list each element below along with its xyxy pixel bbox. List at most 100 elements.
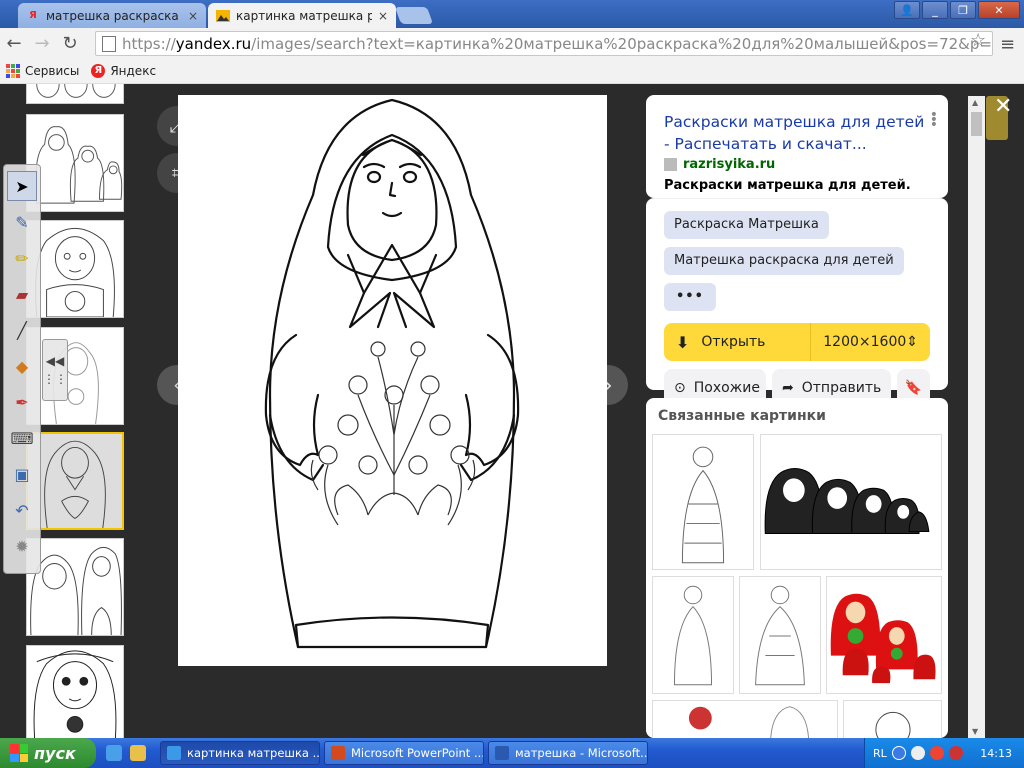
tray-network-icon[interactable] <box>910 746 925 760</box>
keyboard-icon[interactable]: ⌨ <box>7 423 37 453</box>
forward-button[interactable]: → <box>28 29 56 57</box>
bookmarks-bar: Сервисы Я Яндекс <box>0 58 1024 84</box>
panel-scrollbar[interactable]: ▲ ▼ <box>968 96 985 738</box>
thumbnail[interactable] <box>26 84 124 104</box>
minimize-button[interactable]: _ <box>922 1 948 19</box>
bookmark-label: Яндекс <box>110 63 157 78</box>
collapse-toolbar-handle[interactable]: ◀◀ ⋮⋮ <box>42 339 68 401</box>
related-image[interactable] <box>843 700 942 738</box>
task-word[interactable]: матрешка - Microsoft... <box>488 741 648 765</box>
close-tab-icon[interactable]: × <box>188 9 198 23</box>
more-tags-button[interactable]: ••• <box>664 283 716 311</box>
folder-icon[interactable] <box>130 745 146 761</box>
powerpoint-icon <box>331 746 345 760</box>
related-header: Связанные картинки <box>658 408 826 424</box>
related-image[interactable] <box>760 434 942 570</box>
tag-chip[interactable]: Раскраска Матрешка <box>664 211 829 239</box>
task-label: Microsoft PowerPoint ... <box>351 746 484 760</box>
word-icon <box>495 746 509 760</box>
scroll-up-icon[interactable]: ▲ <box>972 98 978 107</box>
more-options-icon[interactable]: • • • <box>930 108 938 132</box>
scrollbar-thumb[interactable] <box>971 112 982 136</box>
similar-label: Похожие <box>693 380 761 396</box>
main-image <box>178 95 607 666</box>
yandex-icon: Я <box>91 63 106 78</box>
clock: 14:13 <box>980 746 1012 760</box>
bookmark-label: Сервисы <box>25 63 80 78</box>
related-image[interactable] <box>652 700 838 738</box>
restore-button[interactable]: ❐ <box>950 1 976 19</box>
screen-icon[interactable]: ▣ <box>7 459 37 489</box>
task-label: картинка матрешка ... <box>187 746 320 760</box>
title-bar: Я матрешка раскраска для м × картинка ма… <box>0 0 1024 28</box>
page-icon <box>102 35 116 52</box>
tag-chips: Раскраска Матрешка Матрешка раскраска дл… <box>664 211 930 311</box>
shapes-icon[interactable]: ◆ <box>7 351 37 381</box>
image-favicon-icon <box>216 9 230 23</box>
tray-shield-icon[interactable] <box>948 746 963 760</box>
open-image-bar: ⬇ Открыть 1200×1600 ⇕ <box>664 323 930 361</box>
settings-icon[interactable]: ✹ <box>7 531 37 561</box>
related-image[interactable] <box>739 576 821 694</box>
image-viewer: ➤ ✎ ✏ ▰ ╱ ◆ ✒ ⌨ ▣ ↶ ✹ ◀◀ ⋮⋮ ⤢ ⌗ ‹ › Раск… <box>0 84 1024 738</box>
thumbnail[interactable] <box>26 645 124 738</box>
task-chrome[interactable]: картинка матрешка ... <box>160 741 320 765</box>
address-bar[interactable]: https://yandex.ru/images/search?text=кар… <box>95 31 993 56</box>
start-button[interactable]: пуск <box>0 738 96 768</box>
tab-yandex-search[interactable]: Я матрешка раскраска для м × <box>18 3 206 28</box>
result-site-link[interactable]: razrisyika.ru <box>664 157 930 172</box>
related-image[interactable] <box>652 434 754 570</box>
size-label: 1200×1600 <box>823 334 907 350</box>
matryoshka-drawing <box>264 98 520 649</box>
pointer-icon[interactable]: ➤ <box>7 171 37 201</box>
site-domain: razrisyika.ru <box>683 157 776 172</box>
bookmark-yandex[interactable]: Я Яндекс <box>91 63 157 78</box>
color-picker-icon[interactable]: ✒ <box>7 387 37 417</box>
line-icon[interactable]: ╱ <box>7 315 37 345</box>
user-icon[interactable]: 👤 <box>894 1 920 19</box>
tab-title: картинка матрешка раскра <box>236 8 372 23</box>
updown-icon: ⇕ <box>906 334 918 350</box>
tab-image-view[interactable]: картинка матрешка раскра × <box>208 3 396 28</box>
grip-icon: ⋮⋮ <box>43 372 67 386</box>
related-image[interactable] <box>652 576 734 694</box>
pen-icon[interactable]: ✎ <box>7 207 37 237</box>
new-tab-button[interactable] <box>394 7 434 24</box>
related-image[interactable] <box>826 576 942 694</box>
scroll-down-icon[interactable]: ▼ <box>972 727 978 736</box>
tray-antivirus-icon[interactable] <box>929 746 944 760</box>
taskbar: пуск картинка матрешка ... Microsoft Pow… <box>0 738 1024 768</box>
system-tray: RL 14:13 <box>864 738 1024 768</box>
tray-expand-icon[interactable] <box>891 746 906 760</box>
close-window-button[interactable]: ✕ <box>978 1 1020 19</box>
open-label: Открыть <box>701 334 766 350</box>
eraser-icon[interactable]: ▰ <box>7 279 37 309</box>
bookmark-services[interactable]: Сервисы <box>6 63 80 78</box>
pen-toolbar: ➤ ✎ ✏ ▰ ╱ ◆ ✒ ⌨ ▣ ↶ ✹ <box>3 164 41 574</box>
lens-icon: ⊙ <box>674 380 686 396</box>
language-indicator[interactable]: RL <box>873 747 887 760</box>
yandex-favicon-icon: Я <box>29 10 37 21</box>
bookmark-icon: 🔖 <box>904 380 923 396</box>
site-favicon-icon <box>664 158 677 171</box>
tag-chip[interactable]: Матрешка раскраска для детей <box>664 247 904 275</box>
highlighter-icon[interactable]: ✏ <box>7 243 37 273</box>
actions-card: Раскраска Матрешка Матрешка раскраска дл… <box>646 198 948 407</box>
chrome-icon <box>167 746 181 760</box>
close-tab-icon[interactable]: × <box>378 9 388 23</box>
download-icon: ⬇ <box>676 332 690 352</box>
ie-icon[interactable] <box>106 745 122 761</box>
result-title-link[interactable]: Раскраски матрешка для детей - Распечата… <box>664 111 930 155</box>
back-button[interactable]: ← <box>0 29 28 57</box>
collapse-arrows-icon: ◀◀ <box>45 354 65 368</box>
chrome-menu-icon[interactable]: ≡ <box>1000 34 1015 55</box>
size-select[interactable]: 1200×1600 ⇕ <box>811 323 930 361</box>
reload-button[interactable]: ↻ <box>56 29 84 57</box>
open-button[interactable]: ⬇ Открыть <box>664 323 812 361</box>
undo-icon[interactable]: ↶ <box>7 495 37 525</box>
task-powerpoint[interactable]: Microsoft PowerPoint ... <box>324 741 484 765</box>
window-controls: 👤 _ ❐ ✕ <box>894 1 1020 19</box>
close-viewer-icon[interactable]: ✕ <box>994 94 1012 119</box>
url-scheme: https:// <box>122 34 176 53</box>
bookmark-star-icon[interactable]: ☆ <box>970 30 986 51</box>
